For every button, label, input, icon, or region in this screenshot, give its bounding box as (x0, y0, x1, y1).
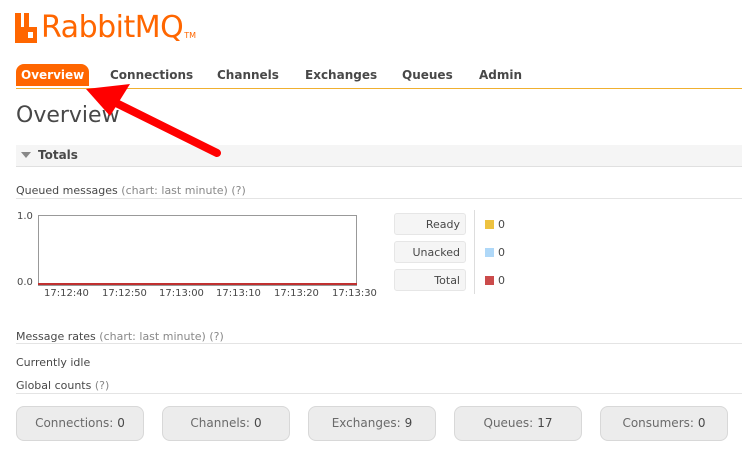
message-rates-heading: Message rates (chart: last minute) (?) (16, 330, 224, 343)
channels-count-button[interactable]: Channels: 0 (162, 406, 290, 441)
legend-total-value: 0 (498, 274, 505, 287)
count-value: 9 (404, 416, 413, 430)
collapse-triangle-icon (21, 152, 31, 158)
logo-trademark: TM (184, 31, 197, 40)
exchanges-count-button[interactable]: Exchanges: 9 (308, 406, 436, 441)
queues-count-button[interactable]: Queues: 17 (454, 406, 582, 441)
legend-total-label: Total (394, 269, 466, 291)
rabbitmq-logo[interactable]: RabbitMQ TM (15, 10, 196, 46)
legend-ready-label: Ready (394, 213, 466, 235)
queued-chart-range-link[interactable]: (chart: last minute) (121, 184, 228, 197)
global-help-link[interactable]: (?) (95, 379, 109, 392)
queued-messages-chart (38, 215, 357, 286)
legend-ready-value: 0 (498, 218, 505, 231)
count-value: 0 (117, 416, 125, 430)
rates-help-link[interactable]: (?) (209, 330, 223, 343)
message-rates-title: Message rates (16, 330, 96, 343)
queued-messages-heading: Queued messages (chart: last minute) (?) (16, 184, 246, 197)
legend-unacked-value: 0 (498, 246, 505, 259)
connections-count-button[interactable]: Connections: 0 (16, 406, 144, 441)
chart-y-label-max: 1.0 (17, 211, 33, 222)
global-counts-title: Global counts (16, 379, 92, 392)
tab-exchanges[interactable]: Exchanges (305, 64, 377, 86)
queued-messages-title: Queued messages (16, 184, 118, 197)
logo-text: RabbitMQ (41, 10, 184, 45)
chart-x-tick: 17:13:00 (159, 288, 204, 299)
legend-unacked-label: Unacked (394, 241, 466, 263)
global-counts-heading: Global counts (?) (16, 379, 109, 392)
chart-x-tick: 17:12:50 (102, 288, 147, 299)
count-value: 0 (253, 416, 262, 430)
chart-x-tick: 17:13:10 (216, 288, 261, 299)
currently-idle-text: Currently idle (16, 356, 91, 369)
tab-overview[interactable]: Overview (16, 64, 90, 86)
chart-x-tick: 17:13:30 (332, 288, 377, 299)
tab-queues[interactable]: Queues (402, 64, 453, 86)
legend-unacked-swatch (485, 248, 494, 257)
chart-x-tick: 17:12:40 (44, 288, 89, 299)
chart-y-label-min: 0.0 (17, 277, 33, 288)
legend-ready-swatch (485, 220, 494, 229)
totals-label: Totals (38, 148, 78, 162)
rabbitmq-logo-icon (15, 13, 37, 43)
chart-total-series-line (38, 283, 357, 285)
divider (16, 393, 742, 394)
consumers-count-button[interactable]: Consumers: 0 (600, 406, 728, 441)
count-label: Connections: (35, 416, 114, 430)
count-label: Consumers: (622, 416, 694, 430)
divider (16, 343, 742, 344)
divider (16, 198, 742, 199)
count-label: Channels: (190, 416, 250, 430)
rates-chart-range-link[interactable]: (chart: last minute) (99, 330, 206, 343)
count-label: Exchanges: (331, 416, 401, 430)
annotation-arrow-icon (86, 84, 221, 157)
count-value: 0 (697, 416, 706, 430)
queued-help-link[interactable]: (?) (231, 184, 245, 197)
chart-x-tick: 17:13:20 (274, 288, 319, 299)
count-value: 17 (537, 416, 553, 430)
legend-total-swatch (485, 276, 494, 285)
legend-divider (474, 210, 475, 294)
count-label: Queues: (483, 416, 534, 430)
tab-admin[interactable]: Admin (479, 64, 522, 86)
